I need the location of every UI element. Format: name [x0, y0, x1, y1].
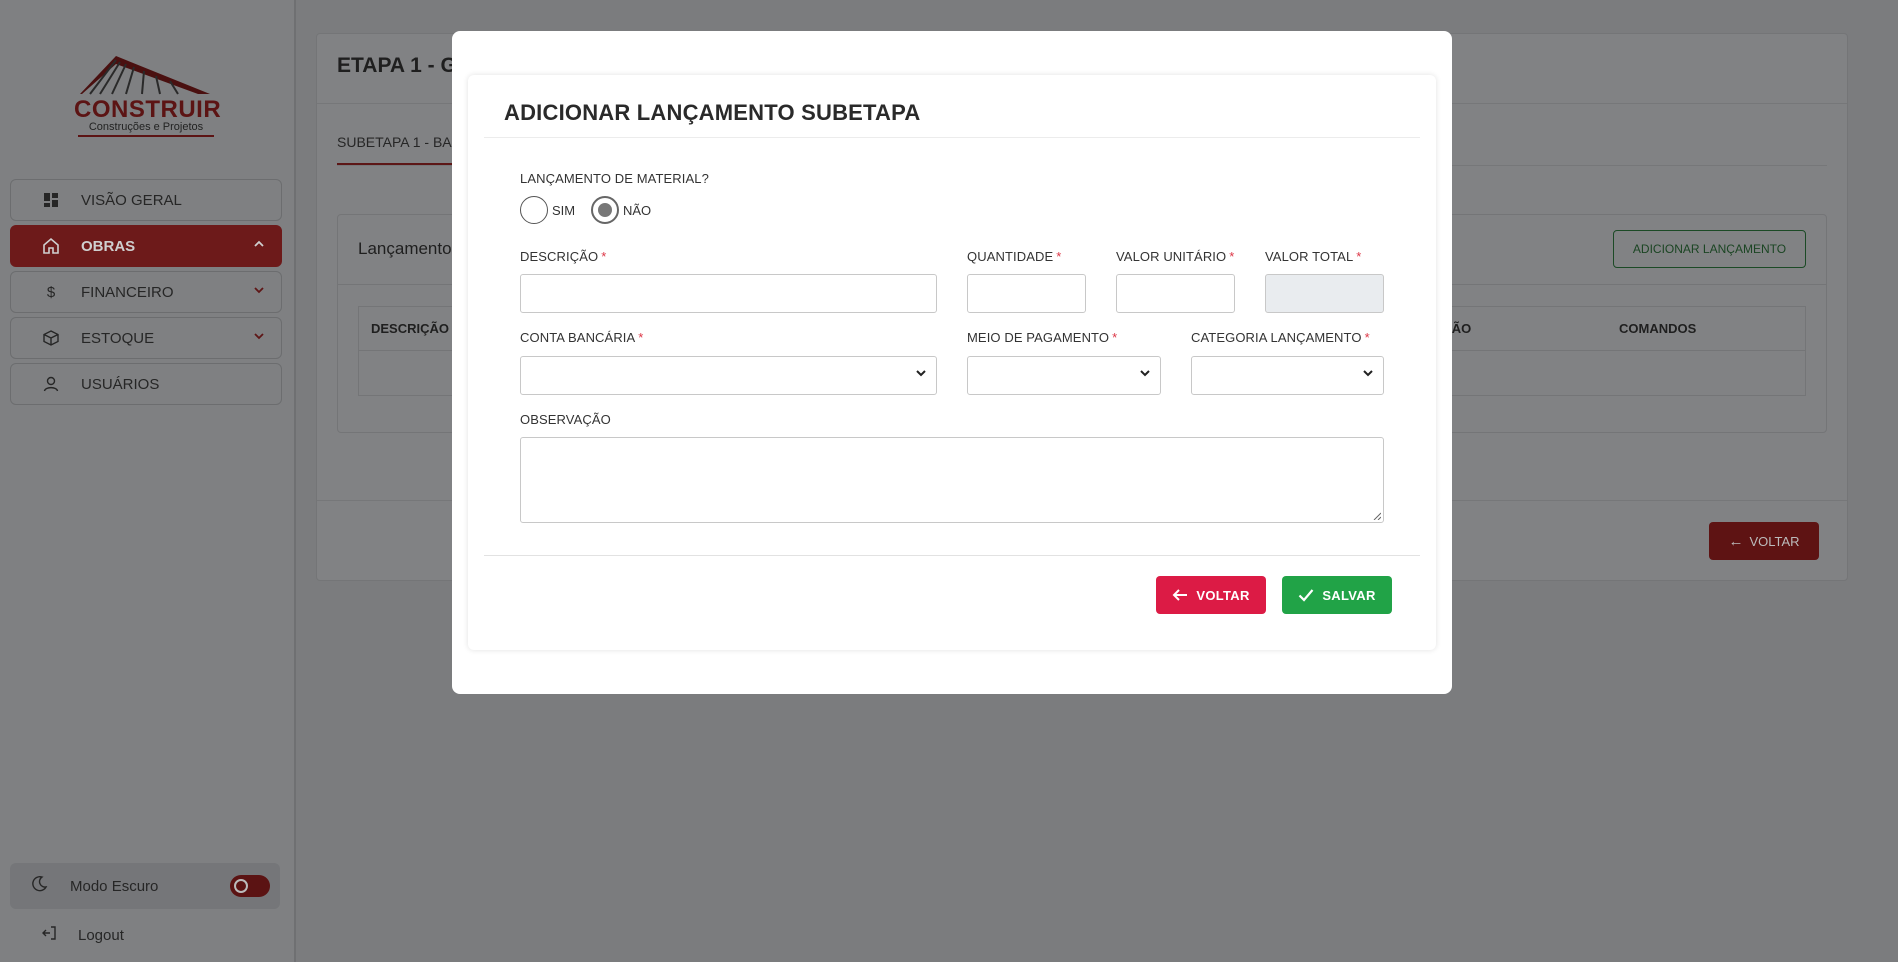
add-lancamento-button[interactable]: ADICIONAR LANÇAMENTO [1613, 230, 1806, 268]
company-logo: CONSTRUIR Construções e Projetos [74, 50, 222, 138]
dark-mode-row: Modo Escuro [10, 863, 280, 909]
meio-pagamento-select[interactable] [967, 356, 1161, 395]
sidebar-item-visao-geral[interactable]: VISÃO GERAL [10, 179, 282, 221]
modal-card: ADICIONAR LANÇAMENTO SUBETAPA LANÇAMENTO… [468, 75, 1436, 650]
valor-total-input [1265, 274, 1384, 313]
back-button-label: VOLTAR [1749, 533, 1800, 549]
brand-underline [78, 135, 214, 137]
radio-sim-label: SIM [552, 203, 576, 218]
conta-bancaria-select[interactable] [520, 356, 937, 395]
dollar-icon: $ [46, 283, 56, 301]
column-header: COMANDOS [1619, 321, 1697, 336]
footer-divider [484, 555, 1420, 556]
brand-subtitle: Construções e Projetos [88, 121, 204, 133]
modal-title: ADICIONAR LANÇAMENTO SUBETAPA [504, 100, 921, 125]
observacao-textarea[interactable] [520, 437, 1384, 523]
chevron-down-icon [1363, 370, 1373, 377]
sidebar-nav: VISÃO GERAL OBRAS $ FINANCEIRO ESTOQUE U… [10, 179, 282, 409]
lancamentos-title: Lançamento [358, 239, 452, 258]
tab-subetapa[interactable]: SUBETAPA 1 - BA [337, 134, 452, 150]
radio-nao-label: NÃO [623, 203, 652, 218]
logout-link[interactable]: Logout [40, 924, 124, 946]
dark-mode-label: Modo Escuro [70, 877, 159, 895]
add-lancamento-modal: ADICIONAR LANÇAMENTO SUBETAPA LANÇAMENTO… [452, 31, 1452, 694]
brand-name: CONSTRUIR [74, 96, 222, 123]
modal-divider [484, 137, 1420, 138]
voltar-button[interactable]: VOLTAR [1156, 576, 1266, 614]
sidebar-item-estoque[interactable]: ESTOQUE [10, 317, 282, 359]
sidebar-item-usuarios[interactable]: USUÁRIOS [10, 363, 282, 405]
radio-sim[interactable] [520, 196, 548, 224]
valor-unitario-input[interactable] [1116, 274, 1235, 313]
radio-nao[interactable] [591, 196, 619, 224]
sidebar-item-label: USUÁRIOS [81, 375, 160, 393]
chevron-down-icon [1140, 370, 1150, 377]
salvar-button[interactable]: SALVAR [1282, 576, 1392, 614]
observacao-label: OBSERVAÇÃO [520, 412, 611, 427]
sidebar-item-label: OBRAS [81, 237, 136, 255]
material-question-label: LANÇAMENTO DE MATERIAL? [520, 171, 709, 186]
categoria-label: CATEGORIA LANÇAMENTO * [1191, 330, 1370, 345]
sidebar-item-label: ESTOQUE [81, 329, 155, 347]
back-button[interactable]: ← VOLTAR [1709, 522, 1819, 560]
descricao-input[interactable] [520, 274, 937, 313]
meio-pagamento-label: MEIO DE PAGAMENTO * [967, 330, 1118, 345]
dashboard-icon [41, 190, 61, 210]
quantidade-label: QUANTIDADE * [967, 249, 1062, 264]
chevron-up-icon [253, 238, 265, 253]
logout-label: Logout [78, 926, 124, 944]
resize-handle-icon[interactable] [1373, 512, 1381, 520]
chevron-down-icon [253, 284, 265, 299]
quantidade-input[interactable] [967, 274, 1086, 313]
box-icon [41, 328, 61, 348]
page-title: ETAPA 1 - G [337, 54, 457, 77]
valor-total-label: VALOR TOTAL * [1265, 249, 1362, 264]
user-icon [41, 374, 61, 394]
sidebar-item-obras[interactable]: OBRAS [10, 225, 282, 267]
sidebar-item-label: FINANCEIRO [81, 283, 174, 301]
voltar-button-label: VOLTAR [1196, 587, 1250, 603]
categoria-select[interactable] [1191, 356, 1384, 395]
column-header: DESCRIÇÃO [371, 321, 450, 336]
arrow-left-icon: ← [1728, 532, 1744, 550]
dark-mode-toggle[interactable] [230, 875, 270, 897]
descricao-label: DESCRIÇÃO * [520, 249, 607, 264]
check-icon [1298, 588, 1314, 602]
roof-logo-icon [80, 56, 210, 95]
valor-unitario-label: VALOR UNITÁRIO * [1116, 249, 1235, 264]
arrow-left-icon [1172, 588, 1188, 602]
logout-icon [40, 924, 60, 946]
sidebar-item-label: VISÃO GERAL [81, 191, 182, 209]
moon-icon [30, 875, 50, 898]
conta-bancaria-label: CONTA BANCÁRIA * [520, 330, 644, 345]
sidebar: CONSTRUIR Construções e Projetos VISÃO G… [0, 0, 296, 962]
sidebar-item-financeiro[interactable]: $ FINANCEIRO [10, 271, 282, 313]
salvar-button-label: SALVAR [1322, 587, 1376, 603]
chevron-down-icon [916, 370, 926, 377]
home-icon [41, 236, 61, 256]
chevron-down-icon [253, 330, 265, 345]
